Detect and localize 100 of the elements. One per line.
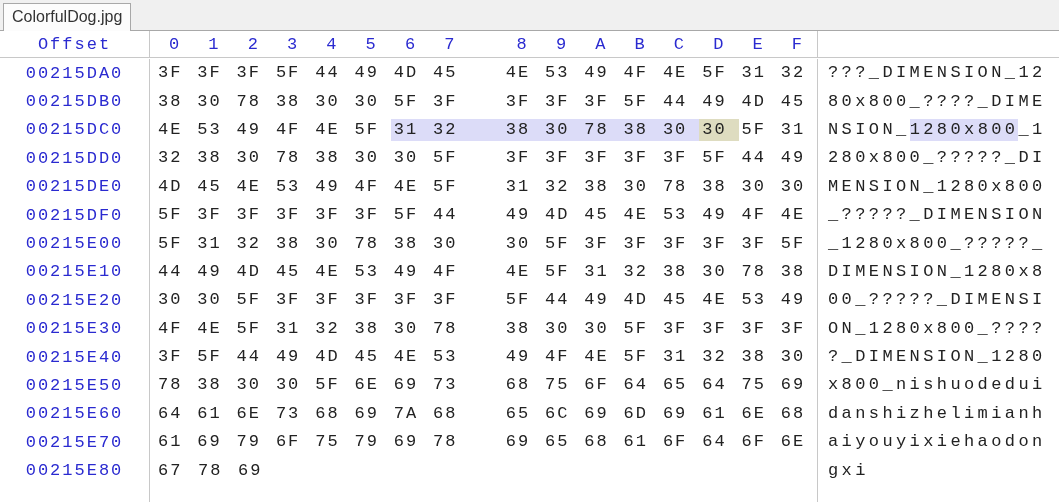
offset-cell: 00215E10 bbox=[25, 262, 124, 282]
hex-byte: 79 bbox=[353, 431, 380, 454]
hex-byte: 3F bbox=[583, 232, 610, 255]
hex-byte: 30 bbox=[392, 317, 420, 340]
hex-byte: 61 bbox=[157, 431, 184, 454]
hex-byte: 65 bbox=[661, 374, 689, 397]
hex-byte: 6C bbox=[544, 402, 571, 425]
ascii-text: gxi bbox=[828, 459, 869, 482]
hex-byte: 30 bbox=[779, 346, 807, 369]
hex-byte: 5F bbox=[622, 90, 649, 113]
offset-cell: 00215E00 bbox=[25, 234, 124, 254]
ascii-text: ?_DIMENSION_1280 bbox=[828, 346, 1046, 369]
hex-byte: 73 bbox=[274, 402, 302, 425]
hex-byte: 30 bbox=[740, 175, 767, 198]
ascii-text: aiyouyixiehaodon bbox=[828, 431, 1046, 454]
offset-cell: 00215DE0 bbox=[25, 177, 124, 197]
file-tab[interactable]: ColorfulDog.jpg bbox=[3, 3, 132, 31]
column-header: A bbox=[594, 34, 609, 54]
hex-byte: 69 bbox=[237, 459, 264, 482]
hex-byte: 45 bbox=[353, 346, 380, 369]
hex-byte: 68 bbox=[314, 402, 341, 425]
hex-byte: 4E bbox=[196, 317, 223, 340]
hex-byte: 31 bbox=[196, 232, 223, 255]
hex-byte: 3F bbox=[235, 62, 262, 85]
column-header: 4 bbox=[325, 34, 340, 54]
hex-byte: 44 bbox=[235, 346, 262, 369]
hex-byte: 68 bbox=[504, 374, 532, 397]
hex-byte: 31 bbox=[779, 118, 807, 141]
hex-byte: 32 bbox=[314, 317, 341, 340]
hex-byte: 38 bbox=[583, 175, 610, 198]
hex-byte: 3F bbox=[392, 289, 420, 312]
hex-byte: 6E bbox=[235, 402, 262, 425]
hex-byte: 79 bbox=[235, 431, 262, 454]
hex-byte: 49 bbox=[504, 204, 532, 227]
hex-byte: 4E bbox=[504, 260, 532, 283]
hex-byte: 4D bbox=[622, 289, 649, 312]
hex-byte: 38 bbox=[196, 147, 223, 170]
hex-byte: 3F bbox=[622, 147, 649, 170]
offset-cell: 00215E20 bbox=[25, 290, 124, 310]
hex-byte: 4E bbox=[661, 62, 689, 85]
hex-byte: 6E bbox=[353, 374, 380, 397]
column-header: E bbox=[751, 34, 766, 54]
ascii-text: _?????_DIMENSION bbox=[828, 204, 1046, 227]
hex-byte: 4E bbox=[235, 175, 262, 198]
hex-byte: 32 bbox=[622, 260, 649, 283]
hex-byte: 69 bbox=[779, 374, 807, 397]
hex-byte: 4E bbox=[622, 204, 649, 227]
hex-byte: 30 bbox=[392, 147, 420, 170]
hex-byte: 4F bbox=[353, 175, 380, 198]
hex-byte: 3F bbox=[157, 62, 184, 85]
hex-byte: 44 bbox=[432, 204, 459, 227]
hex-byte: 3F bbox=[583, 147, 610, 170]
hex-byte: 3F bbox=[235, 204, 262, 227]
hex-byte: 3F bbox=[504, 147, 532, 170]
hex-byte: 4F bbox=[544, 346, 571, 369]
column-header: 0 bbox=[168, 34, 183, 54]
hex-byte: 4E bbox=[779, 204, 807, 227]
hex-byte: 4D bbox=[544, 204, 571, 227]
column-header: 1 bbox=[207, 34, 222, 54]
hex-byte: 53 bbox=[432, 346, 459, 369]
hex-byte: 5F bbox=[235, 289, 262, 312]
hex-byte: 5F bbox=[740, 118, 767, 141]
hex-byte: 30 bbox=[779, 175, 807, 198]
hex-byte: 69 bbox=[583, 402, 610, 425]
hex-byte: 4F bbox=[432, 260, 459, 283]
hex-byte: 4E bbox=[504, 62, 532, 85]
hex-byte: 3F bbox=[157, 346, 184, 369]
hex-byte: 30 bbox=[504, 232, 532, 255]
hex-byte: 78 bbox=[197, 459, 224, 482]
hex-byte: 75 bbox=[740, 374, 767, 397]
hex-byte: 4E bbox=[157, 118, 184, 141]
offset-cell: 00215DA0 bbox=[25, 63, 124, 83]
hex-byte: 3F bbox=[504, 90, 532, 113]
hex-byte: 73 bbox=[432, 374, 459, 397]
hex-byte: 3F bbox=[314, 204, 341, 227]
hex-byte: 6F bbox=[661, 431, 689, 454]
hex-byte: 38 bbox=[661, 260, 689, 283]
hex-byte: 3F bbox=[274, 204, 302, 227]
offset-cell: 00215E60 bbox=[25, 404, 124, 424]
hex-byte: 32 bbox=[544, 175, 571, 198]
hex-byte: 45 bbox=[583, 204, 610, 227]
hex-byte: 64 bbox=[701, 431, 728, 454]
hex-byte: 31 bbox=[740, 62, 767, 85]
hex-byte: 30 bbox=[659, 118, 700, 141]
hex-byte: 38 bbox=[353, 317, 380, 340]
hex-byte: 5F bbox=[779, 232, 807, 255]
hex-byte: 30 bbox=[235, 147, 262, 170]
ascii-text: DIMENSION_1280x8 bbox=[828, 260, 1046, 283]
hex-byte: 53 bbox=[544, 62, 571, 85]
hex-byte: 61 bbox=[622, 431, 649, 454]
hex-byte: 75 bbox=[544, 374, 571, 397]
hex-byte: 53 bbox=[274, 175, 302, 198]
ascii-text: ???_DIMENSION_12 bbox=[828, 62, 1046, 85]
hex-byte: 53 bbox=[740, 289, 767, 312]
hex-byte: 3F bbox=[314, 289, 341, 312]
hex-byte: 44 bbox=[544, 289, 571, 312]
hex-byte: 53 bbox=[196, 118, 223, 141]
column-header: 3 bbox=[285, 34, 301, 54]
hex-byte: 38 bbox=[274, 232, 302, 255]
hex-byte: 32 bbox=[157, 147, 184, 170]
